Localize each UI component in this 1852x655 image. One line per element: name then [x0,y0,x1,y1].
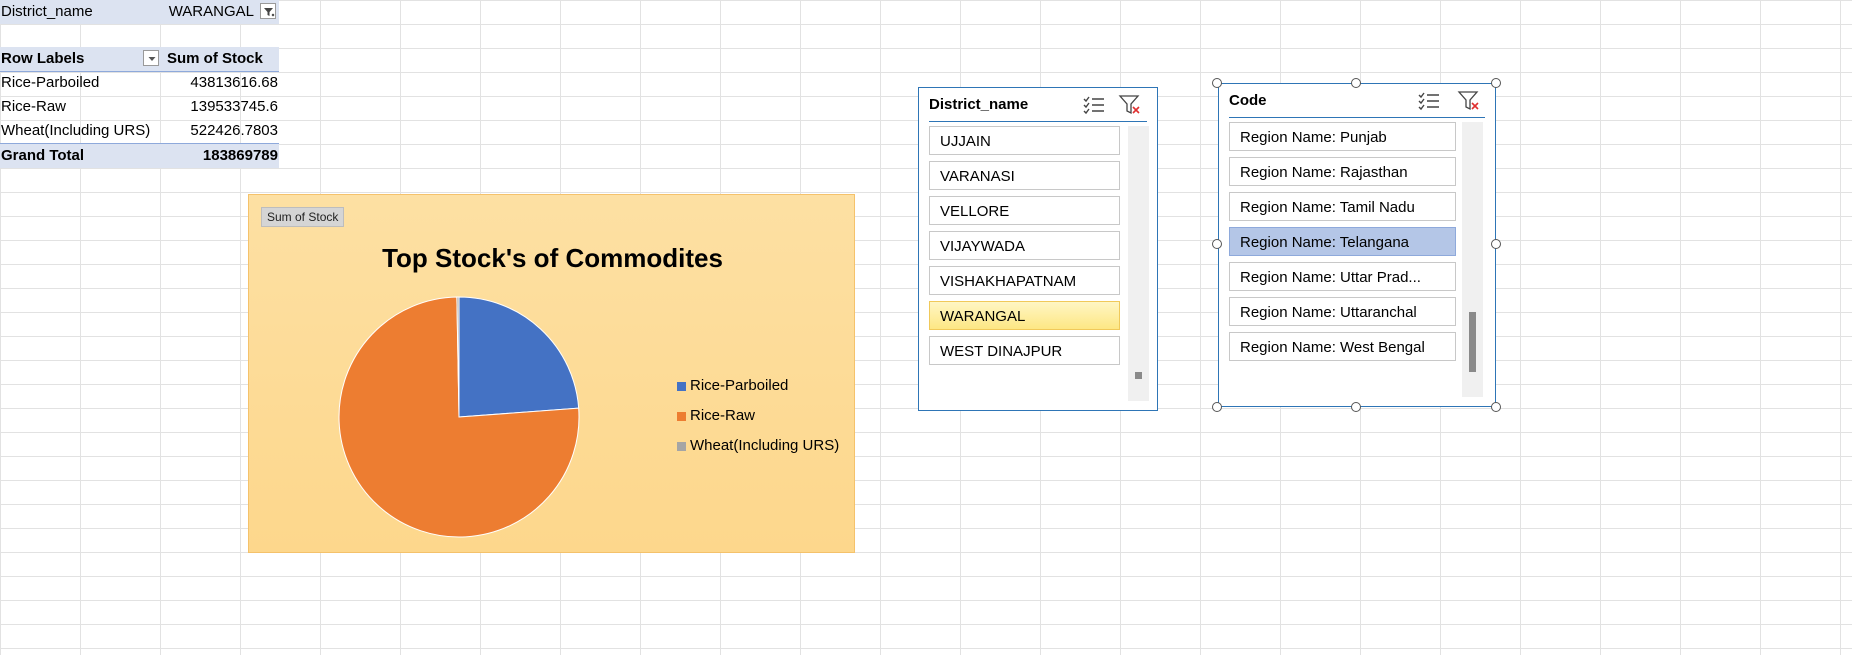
slicer-item[interactable]: Region Name: Uttar Prad... [1229,262,1456,291]
slicer-item-selected[interactable]: WARANGAL [929,301,1120,330]
sum-of-stock-header: Sum of Stock [167,50,263,67]
slicer-scroll-thumb[interactable] [1469,312,1476,372]
pivot-row: Wheat(Including URS) 522426.7803 [0,119,279,143]
resize-handle[interactable] [1351,402,1361,412]
chart-legend: Rice-Parboiled Rice-Raw Wheat(Including … [677,377,839,467]
code-slicer[interactable]: Code Region Name: Punjab Region Name: Ra… [1218,83,1496,407]
resize-handle[interactable] [1212,78,1222,88]
resize-handle[interactable] [1491,78,1501,88]
resize-handle[interactable] [1491,239,1501,249]
legend-item: Rice-Parboiled [677,377,839,407]
filter-dropdown-button[interactable] [260,3,276,19]
resize-handle[interactable] [1212,239,1222,249]
row-value: 43813616.68 [190,74,278,91]
legend-swatch [677,442,686,451]
legend-swatch [677,412,686,421]
legend-label: Rice-Parboiled [690,377,789,394]
slicer-item[interactable]: Region Name: Tamil Nadu [1229,192,1456,221]
slicer-item[interactable]: VARANASI [929,161,1120,190]
district-slicer[interactable]: District_name UJJAIN VARANASI VELLORE VI… [918,87,1158,411]
slicer-item-selected[interactable]: Region Name: Telangana [1229,227,1456,256]
legend-label: Rice-Raw [690,407,756,424]
slicer-header-divider [1229,117,1485,118]
pivot-filter-value: WARANGAL [168,3,254,20]
chevron-down-icon [148,57,156,61]
resize-handle[interactable] [1351,78,1361,88]
legend-item: Rice-Raw [677,407,839,437]
row-labels-header: Row Labels [1,50,85,67]
slicer-item[interactable]: Region Name: Punjab [1229,122,1456,151]
slicer-item[interactable]: Region Name: Uttaranchal [1229,297,1456,326]
clear-filter-icon[interactable] [1457,90,1481,112]
pivot-header-row: Row Labels Sum of Stock [0,47,279,72]
slicer-scroll-thumb[interactable] [1135,372,1142,379]
slicer-item[interactable]: VISHAKHAPATNAM [929,266,1120,295]
slicer-item[interactable]: Region Name: West Bengal [1229,332,1456,361]
filter-funnel-icon [264,8,275,17]
slicer-item[interactable]: VIJAYWADA [929,231,1120,260]
row-value: 139533745.6 [190,98,278,115]
pivot-filter-row: District_name WARANGAL [0,0,279,24]
pivot-row: Rice-Raw 139533745.6 [0,95,279,119]
pie-slice-rice-parboiled[interactable] [458,296,580,418]
multi-select-icon[interactable] [1417,90,1441,112]
chart-field-button[interactable]: Sum of Stock [261,207,345,227]
slicer-item[interactable]: Region Name: Rajasthan [1229,157,1456,186]
pie-chart[interactable]: Sum of Stock Top Stock's of Commodites R… [248,194,855,553]
legend-swatch [677,382,686,391]
slicer-scrollbar[interactable] [1128,126,1149,401]
pivot-row: Rice-Parboiled 43813616.68 [0,71,279,95]
slicer-header-divider [929,121,1147,122]
resize-handle[interactable] [1212,402,1222,412]
slicer-item[interactable]: UJJAIN [929,126,1120,155]
multi-select-icon[interactable] [1082,94,1106,116]
row-labels-dropdown-button[interactable] [143,50,159,66]
clear-filter-icon[interactable] [1118,94,1142,116]
slicer-item[interactable]: VELLORE [929,196,1120,225]
slicer-scrollbar[interactable] [1462,122,1483,397]
legend-item: Wheat(Including URS) [677,437,839,467]
chart-title: Top Stock's of Commodites [382,243,723,273]
row-value: 522426.7803 [190,122,278,139]
resize-handle[interactable] [1491,402,1501,412]
pivot-grand-total-row: Grand Total 183869789 [0,143,279,168]
slicer-title: District_name [929,96,1029,113]
slicer-item[interactable]: WEST DINAJPUR [929,336,1120,365]
legend-label: Wheat(Including URS) [690,437,840,454]
slicer-title: Code [1229,92,1267,109]
grand-total-value: 183869789 [202,147,278,164]
